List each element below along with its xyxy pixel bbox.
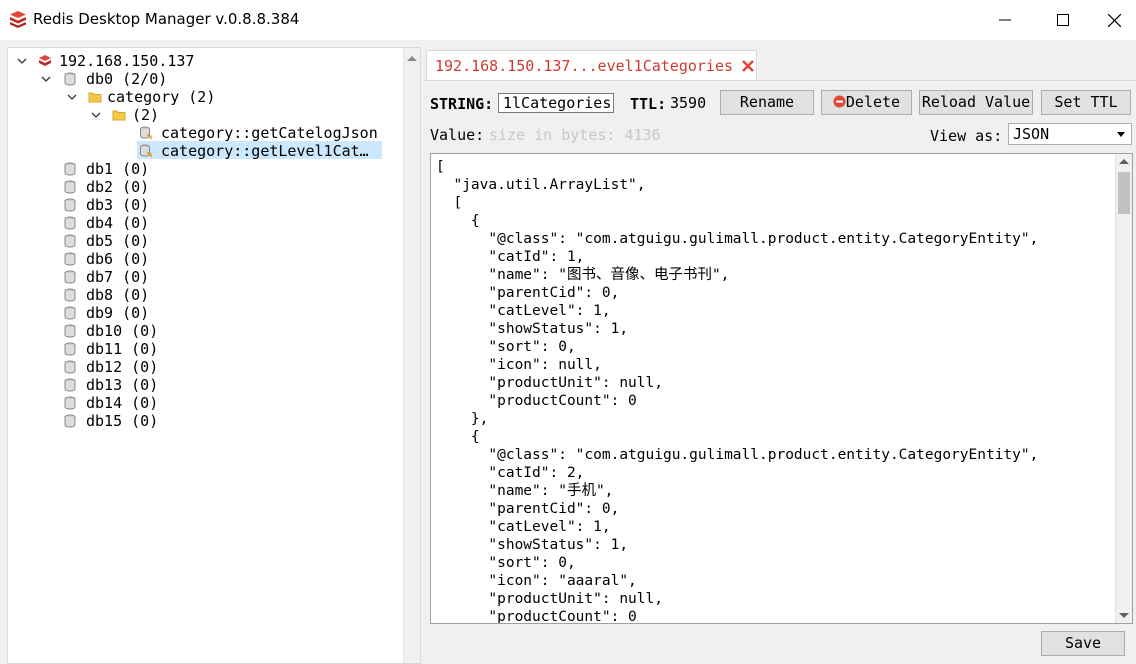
- minimize-button[interactable]: [976, 0, 1034, 40]
- database-icon: [64, 324, 76, 338]
- db-label: db12 (0): [86, 358, 159, 376]
- db-label: db6 (0): [86, 250, 150, 268]
- tab-label: 192.168.150.137...evel1Categories: [435, 57, 734, 75]
- database-icon: [64, 342, 76, 356]
- db-label: db1 (0): [86, 160, 150, 178]
- maximize-button[interactable]: [1034, 0, 1092, 40]
- delete-label: Delete: [845, 93, 901, 111]
- database-icon: [64, 396, 76, 410]
- database-icon: [64, 252, 76, 266]
- chevron-down-icon[interactable]: [90, 109, 102, 121]
- close-tab-icon[interactable]: [740, 58, 756, 74]
- key-icon: [140, 144, 153, 158]
- database-icon: [64, 414, 76, 428]
- db-label: db11 (0): [86, 340, 159, 358]
- size-placeholder: size in bytes: 4136: [489, 126, 661, 144]
- close-button[interactable]: [1092, 0, 1136, 40]
- connection-tree[interactable]: 192.168.150.137 db0 (2/0) category (2) (…: [7, 47, 421, 664]
- tab-key[interactable]: 192.168.150.137...evel1Categories: [426, 50, 757, 80]
- database-icon: [64, 288, 76, 302]
- subfolder-label: (2): [132, 106, 160, 124]
- chevron-down-icon[interactable]: [16, 55, 28, 67]
- view-as-label: View as:: [930, 127, 1003, 145]
- close-icon: [1107, 13, 1121, 27]
- db-label: db2 (0): [86, 178, 150, 196]
- chevron-down-icon[interactable]: [66, 91, 78, 103]
- database-icon: [64, 306, 76, 320]
- db-label: db3 (0): [86, 196, 150, 214]
- db-label: db13 (0): [86, 376, 159, 394]
- view-as-value: JSON: [1013, 125, 1050, 143]
- server-label: 192.168.150.137: [59, 52, 195, 70]
- maximize-icon: [1057, 14, 1069, 26]
- db-label: db8 (0): [86, 286, 150, 304]
- db-label: db4 (0): [86, 214, 150, 232]
- type-label: STRING:: [430, 95, 494, 113]
- redis-logo-icon: [10, 11, 26, 28]
- database-icon: [64, 234, 76, 248]
- db-label: db10 (0): [86, 322, 159, 340]
- folder-icon: [88, 92, 102, 103]
- save-button[interactable]: Save: [1041, 631, 1125, 656]
- value-text[interactable]: [ "java.util.ArrayList", [ { "@class": "…: [436, 158, 1038, 623]
- value-label: Value:: [430, 126, 485, 144]
- delete-icon: [833, 95, 846, 108]
- chevron-down-icon: [1117, 132, 1125, 137]
- db-label: db7 (0): [86, 268, 150, 286]
- scroll-up-icon[interactable]: [407, 56, 417, 61]
- window-title: Redis Desktop Manager v.0.8.8.384: [33, 10, 300, 28]
- redis-server-icon: [39, 55, 51, 66]
- db0-label: db0 (2/0): [86, 70, 168, 88]
- title-bar: Redis Desktop Manager v.0.8.8.384: [0, 0, 1136, 40]
- db-label: db15 (0): [86, 412, 159, 430]
- database-icon: [64, 216, 76, 230]
- db-label: db5 (0): [86, 232, 150, 250]
- database-icon: [64, 162, 76, 176]
- key-label: category::getCatelogJson: [161, 124, 378, 142]
- scroll-up-icon[interactable]: [1119, 159, 1129, 164]
- scroll-down-icon[interactable]: [1119, 613, 1129, 618]
- key-detail-panel: 192.168.150.137...evel1Categories STRING…: [424, 47, 1136, 664]
- value-editor[interactable]: [ "java.util.ArrayList", [ { "@class": "…: [430, 153, 1133, 624]
- database-icon: [64, 180, 76, 194]
- database-icon: [64, 360, 76, 374]
- database-icon: [64, 72, 76, 86]
- db-label: db14 (0): [86, 394, 159, 412]
- rename-button[interactable]: Rename: [720, 90, 814, 115]
- set-ttl-button[interactable]: Set TTL: [1041, 90, 1131, 115]
- database-icon: [64, 270, 76, 284]
- ttl-value: 3590: [670, 94, 707, 112]
- database-icon: [64, 198, 76, 212]
- scroll-thumb[interactable]: [1118, 172, 1130, 214]
- view-as-select[interactable]: JSON: [1008, 123, 1132, 145]
- db-label: db9 (0): [86, 304, 150, 322]
- reload-value-button[interactable]: Reload Value: [919, 90, 1033, 115]
- editor-scrollbar[interactable]: [1115, 154, 1132, 623]
- chevron-down-icon[interactable]: [40, 73, 52, 85]
- tab-divider: [424, 80, 1136, 81]
- tree-scrollbar[interactable]: [403, 48, 420, 663]
- key-icon: [140, 126, 153, 140]
- key-label: category::getLevel1Cat…: [161, 142, 369, 160]
- folder-label: category (2): [107, 88, 216, 106]
- database-icon: [64, 378, 76, 392]
- delete-button[interactable]: Delete: [821, 90, 912, 115]
- ttl-label: TTL:: [630, 95, 667, 113]
- folder-icon: [112, 110, 126, 121]
- key-name-input[interactable]: 1lCategories: [498, 93, 614, 113]
- minimize-icon: [999, 19, 1011, 21]
